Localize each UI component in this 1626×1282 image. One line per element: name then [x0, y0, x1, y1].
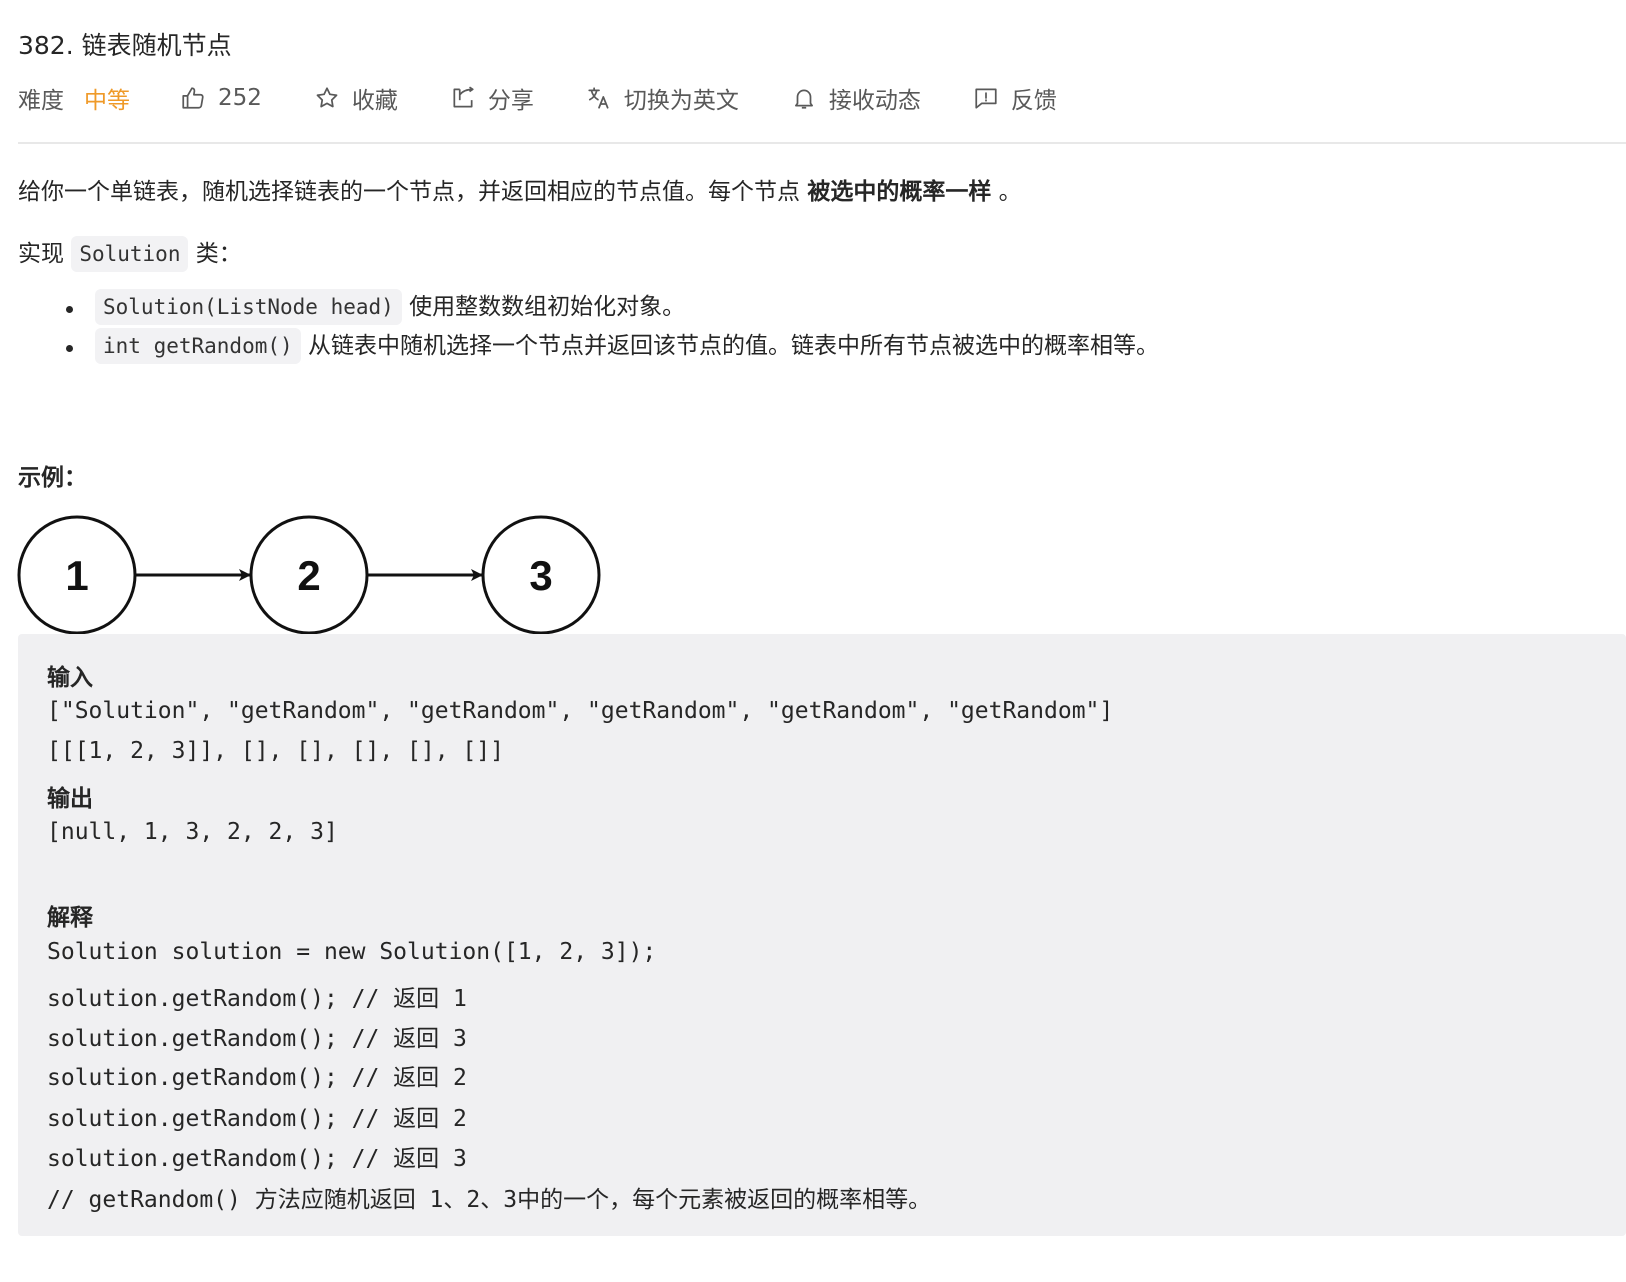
example-code-block: 输入 ["Solution", "getRandom", "getRandom"…: [18, 634, 1626, 1236]
code-line: // getRandom() 方法应随机返回 1、2、3中的一个，每个元素被返回…: [47, 1187, 932, 1213]
method-description: 从链表中随机选择一个节点并返回该节点的值。链表中所有节点被选中的概率相等。: [300, 333, 1159, 359]
translate-icon: [588, 87, 609, 109]
subscribe-label: 接收动态: [828, 88, 921, 114]
share-label: 分享: [487, 88, 534, 114]
like-button[interactable]: 252: [180, 85, 262, 111]
share-icon: [453, 86, 474, 108]
problem-title: 382. 链表随机节点: [18, 31, 232, 60]
node-label: 2: [297, 552, 320, 599]
problem-toolbar: 难度 中等 252 收藏 分享 切换为英文 接收动态 反馈: [18, 80, 1057, 116]
method-signature-code: Solution(ListNode head): [95, 289, 402, 325]
thumbs-up-icon: [182, 87, 204, 109]
code-line: solution.getRandom(); // 返回 2: [47, 1106, 467, 1132]
node-label: 3: [529, 552, 552, 599]
list-item: Solution(ListNode head) 使用整数数组初始化对象。: [18, 288, 1159, 327]
explain-heading: 解释: [47, 905, 93, 931]
method-signature-code: int getRandom(): [95, 328, 301, 364]
header-divider: [18, 142, 1626, 144]
share-button[interactable]: 分享: [450, 81, 534, 115]
code-line: solution.getRandom(); // 返回 3: [47, 1146, 467, 1172]
input-heading: 输入: [47, 665, 93, 691]
intro-end: 。: [991, 179, 1022, 205]
method-list: Solution(ListNode head) 使用整数数组初始化对象。 int…: [18, 288, 1159, 366]
implement-line: 实现 Solution 类：: [18, 234, 242, 272]
difficulty-label: 难度: [18, 88, 64, 114]
star-icon: [316, 87, 338, 108]
implement-suffix: 类：: [188, 241, 242, 267]
switch-language-label: 切换为英文: [623, 88, 739, 114]
code-line: solution.getRandom(); // 返回 3: [47, 1026, 467, 1052]
list-item: int getRandom() 从链表中随机选择一个节点并返回该节点的值。链表中…: [18, 327, 1159, 366]
example-label: 示例：: [18, 465, 87, 491]
code-line: [null, 1, 3, 2, 2, 3]: [47, 819, 338, 845]
code-line: solution.getRandom(); // 返回 2: [47, 1065, 467, 1091]
method-description: 使用整数数组初始化对象。: [401, 294, 686, 320]
class-name-code: Solution: [71, 236, 189, 272]
implement-prefix: 实现: [18, 241, 72, 267]
code-line: solution.getRandom(); // 返回 1: [47, 986, 467, 1012]
problem-intro: 给你一个单链表，随机选择链表的一个节点，并返回相应的节点值。每个节点 被选中的概…: [18, 172, 1022, 206]
subscribe-button[interactable]: 接收动态: [791, 81, 921, 115]
feedback-label: 反馈: [1010, 88, 1057, 114]
intro-text: 给你一个单链表，随机选择链表的一个节点，并返回相应的节点值。每个节点: [18, 179, 808, 205]
like-count: 252: [218, 85, 262, 111]
code-line: Solution solution = new Solution([1, 2, …: [47, 939, 657, 965]
switch-language-button[interactable]: 切换为英文: [586, 81, 739, 115]
output-heading: 输出: [47, 786, 93, 812]
bell-icon: [794, 89, 813, 109]
feedback-icon: [975, 88, 997, 109]
linked-list-diagram: 1 2 3: [17, 515, 601, 635]
favorite-button[interactable]: 收藏: [314, 81, 398, 115]
feedback-button[interactable]: 反馈: [973, 81, 1057, 115]
code-line: ["Solution", "getRandom", "getRandom", "…: [47, 698, 1114, 724]
node-label: 1: [65, 552, 88, 599]
code-line: [[[1, 2, 3]], [], [], [], [], []]: [47, 738, 504, 764]
favorite-label: 收藏: [351, 88, 398, 114]
intro-emphasis: 被选中的概率一样: [807, 179, 992, 205]
difficulty-value: 中等: [84, 88, 130, 114]
